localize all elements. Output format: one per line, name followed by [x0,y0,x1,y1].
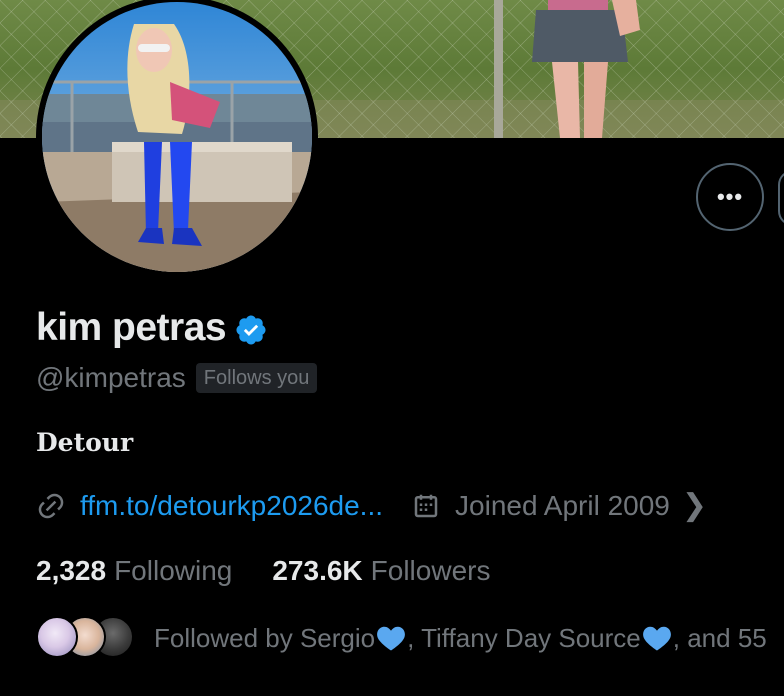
more-options-button[interactable]: ••• [696,163,764,231]
followed-by-suffix: , and 55 [672,622,767,653]
profile-meta-row: ffm.to/detourkp2026de... Joined April 20… [36,488,707,523]
display-name-text: kim petras [36,306,227,349]
blue-heart-icon [642,626,671,651]
profile-page: ••• kim petras @kimpetras Follows you De… [0,0,784,696]
profile-handle: @kimpetras [36,362,186,393]
followers-label: Followers [370,555,491,586]
followed-by-prefix: Followed by Sergio [154,622,376,653]
profile-website-link[interactable]: ffm.to/detourkp2026de... [80,490,383,522]
link-icon [38,493,64,518]
followed-by-text: Followed by Sergio , Tiffany Day Source … [154,623,767,654]
chevron-right-icon[interactable]: ❯ [682,488,707,523]
following-label: Following [114,555,233,586]
calendar-icon [414,494,438,517]
more-options-icon: ••• [716,184,744,209]
follows-you-badge: Follows you [195,363,318,393]
blue-heart-icon [377,626,406,651]
profile-bio: Detour [36,428,134,457]
followed-by-row[interactable]: Followed by Sergio , Tiffany Day Source … [36,614,784,662]
avatar [36,616,78,658]
handle-row: @kimpetras Follows you [36,362,318,394]
profile-display-name: kim petras [36,306,268,350]
followed-by-middle: , Tiffany Day Source [407,622,641,653]
profile-avatar[interactable] [36,0,318,278]
following-link[interactable]: 2,328 Following [36,555,232,587]
partial-action-button[interactable] [778,170,784,226]
joined-date: Joined April 2009 [455,489,670,521]
following-count: 2,328 [36,555,107,586]
followers-link[interactable]: 273.6K Followers [272,555,490,587]
verified-badge-icon[interactable] [234,313,268,347]
followers-count: 273.6K [272,555,363,586]
follow-counts-row: 2,328 Following 273.6K Followers [36,555,490,587]
followers-you-know-avatars [36,614,134,662]
